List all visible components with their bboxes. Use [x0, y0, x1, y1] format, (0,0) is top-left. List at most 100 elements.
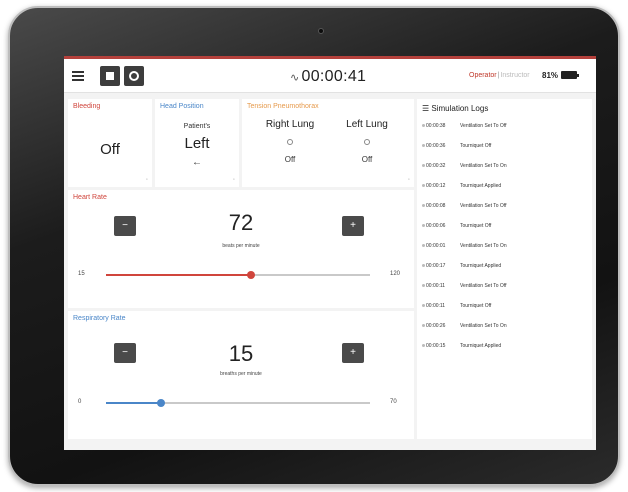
- left-lung-state: Off: [361, 155, 373, 164]
- simulation-timer: ∿ 00:00:41: [290, 68, 367, 85]
- log-entry-event: Ventilation Set To On: [460, 323, 507, 329]
- respiratory-rate-card: Respiratory Rate − + 15 breaths per minu…: [68, 311, 414, 439]
- log-bullet-icon: [422, 164, 425, 168]
- log-entry-time: 00:00:12: [426, 183, 446, 189]
- log-entry-event: Ventilation Set To Off: [460, 123, 507, 129]
- heart-rate-slider[interactable]: [106, 271, 370, 279]
- right-lung-label: Right Lung: [265, 119, 315, 130]
- log-bullet-icon: [422, 144, 425, 148]
- log-entry: 00:00:36 Tourniquet Off: [422, 143, 590, 153]
- respiratory-rate-slider-thumb[interactable]: [157, 399, 166, 407]
- stop-button[interactable]: [100, 66, 120, 86]
- log-entry-time: 00:00:32: [426, 163, 446, 169]
- heart-rate-card: Heart Rate − + 72 beats per minute 15 12…: [68, 190, 414, 308]
- log-entry-time: 00:00:15: [426, 343, 446, 349]
- log-icon: ☰: [422, 104, 432, 113]
- head-position-sub: Patient's: [183, 123, 211, 130]
- log-entry-event: Tourniquet Off: [460, 223, 492, 229]
- log-entry-time: 00:00:06: [426, 223, 446, 229]
- bleeding-title: Bleeding: [73, 103, 101, 110]
- head-position-state: Left: [184, 135, 210, 152]
- heart-rate-unit: beats per minute: [222, 243, 260, 249]
- corner-icon: ◦: [232, 177, 235, 183]
- settings-button[interactable]: [124, 66, 144, 86]
- heart-rate-min: 15: [78, 271, 85, 277]
- top-bar: ∿ 00:00:41 Operator|Instructor 81%: [64, 59, 596, 93]
- gear-icon: [129, 71, 139, 81]
- log-entry-event: Tourniquet Off: [460, 143, 492, 149]
- tension-title: Tension Pneumothorax: [247, 103, 319, 110]
- respiratory-rate-min: 0: [78, 399, 82, 405]
- log-entry-time: 00:00:26: [426, 323, 446, 329]
- simulation-log-panel: ☰ Simulation Logs 00:00:38 Ventilation Se…: [417, 99, 592, 439]
- camera-dot: [318, 28, 324, 34]
- log-bullet-icon: [422, 124, 425, 128]
- battery-percent: 81%: [542, 71, 559, 80]
- log-entry: 00:00:06 Tourniquet Off: [422, 223, 590, 233]
- log-bullet-icon: [422, 204, 425, 208]
- log-entry-time: 00:00:11: [426, 283, 446, 289]
- log-entry: 00:00:01 Ventilation Set To On: [422, 243, 590, 253]
- corner-icon: ◦: [407, 177, 410, 183]
- log-entry-time: 00:00:36: [426, 143, 446, 149]
- log-entry: 00:00:11 Ventilation Set To Off: [422, 283, 590, 293]
- left-lung-toggle[interactable]: [364, 139, 370, 145]
- log-entry-event: Ventilation Set To On: [460, 243, 507, 249]
- log-bullet-icon: [422, 304, 425, 308]
- log-entry-event: Ventilation Set To Off: [460, 203, 507, 209]
- log-entry-event: Tourniquet Applied: [460, 263, 502, 269]
- log-entry-time: 00:00:11: [426, 303, 446, 309]
- head-position-title: Head Position: [160, 103, 204, 110]
- left-lung-label: Left Lung: [346, 119, 388, 130]
- log-entry: 00:00:26 Ventilation Set To On: [422, 323, 590, 333]
- log-entry-time: 00:00:38: [426, 123, 446, 129]
- tablet-frame: ∿ 00:00:41 Operator|Instructor 81% Bleedi…: [8, 6, 620, 486]
- mode-toggle[interactable]: Operator|Instructor: [469, 72, 530, 79]
- log-entry: 00:00:08 Ventilation Set To Off: [422, 203, 590, 213]
- heart-rate-title: Heart Rate: [73, 194, 107, 201]
- respiratory-rate-title: Respiratory Rate: [73, 315, 126, 322]
- log-bullet-icon: [422, 344, 425, 348]
- log-bullet-icon: [422, 244, 425, 248]
- log-bullet-icon: [422, 284, 425, 288]
- mode-instructor[interactable]: Instructor: [500, 72, 529, 79]
- log-bullet-icon: [422, 264, 425, 268]
- bleeding-state: Off: [100, 141, 120, 158]
- respiratory-rate-max: 70: [390, 399, 397, 405]
- log-entry: 00:00:15 Tourniquet Applied: [422, 343, 590, 353]
- tension-pneumothorax-card: Tension Pneumothorax Right Lung Off Left…: [242, 99, 414, 187]
- mode-operator[interactable]: Operator: [469, 72, 497, 79]
- head-position-card[interactable]: Head Position Patient's Left ← ◦: [155, 99, 239, 187]
- log-entry: 00:00:17 Tourniquet Applied: [422, 263, 590, 273]
- battery-icon: [561, 71, 579, 79]
- right-lung-state: Off: [284, 155, 296, 164]
- app-screen: ∿ 00:00:41 Operator|Instructor 81% Bleedi…: [64, 56, 596, 450]
- simulation-log-title: ☰ Simulation Logs: [422, 104, 489, 113]
- corner-icon: ◦: [145, 177, 148, 183]
- arrow-left-icon: ←: [192, 157, 202, 168]
- log-entry-time: 00:00:08: [426, 203, 446, 209]
- log-entry: 00:00:32 Ventilation Set To On: [422, 163, 590, 173]
- log-entry-time: 00:00:01: [426, 243, 446, 249]
- bleeding-card[interactable]: Bleeding Off ◦: [68, 99, 152, 187]
- log-entry-event: Tourniquet Off: [460, 303, 492, 309]
- log-bullet-icon: [422, 184, 425, 188]
- log-bullet-icon: [422, 224, 425, 228]
- log-entry-event: Tourniquet Applied: [460, 183, 502, 189]
- heart-rate-max: 120: [390, 271, 401, 277]
- log-entry-event: Tourniquet Applied: [460, 343, 502, 349]
- log-entry: 00:00:38 Ventilation Set To Off: [422, 123, 590, 133]
- log-bullet-icon: [422, 324, 425, 328]
- log-entry: 00:00:12 Tourniquet Applied: [422, 183, 590, 193]
- respiratory-rate-slider[interactable]: [106, 399, 370, 407]
- log-entry-event: Ventilation Set To Off: [460, 283, 507, 289]
- pulse-icon: ∿: [290, 72, 300, 84]
- heart-rate-value: 72: [228, 210, 254, 235]
- respiratory-rate-value: 15: [228, 341, 254, 366]
- heart-rate-slider-thumb[interactable]: [247, 271, 256, 279]
- right-lung-toggle[interactable]: [287, 139, 293, 145]
- log-entry-event: Ventilation Set To On: [460, 163, 507, 169]
- respiratory-rate-unit: breaths per minute: [220, 371, 262, 377]
- hamburger-menu-icon[interactable]: [72, 71, 84, 81]
- log-entry: 00:00:11 Tourniquet Off: [422, 303, 590, 313]
